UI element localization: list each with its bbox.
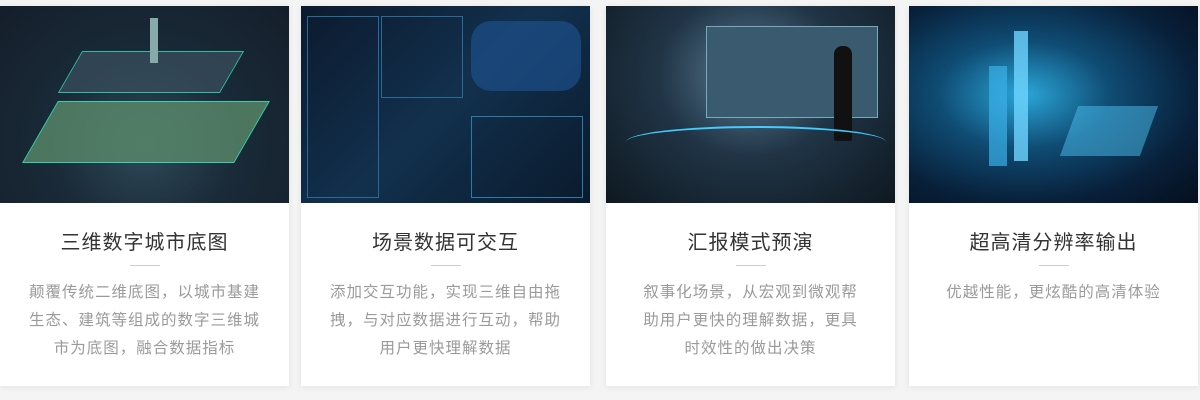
desc-line: 叙事化场景，从宏观到微观帮 <box>643 283 858 301</box>
feature-card-interactive-data: 场景数据可交互 添加交互功能，实现三维自由拖 拽，与对应数据进行互动，帮助 用户… <box>301 6 590 386</box>
card-title: 场景数据可交互 <box>372 230 519 254</box>
desc-line: 生态、建筑等组成的数字三维城 <box>28 311 260 329</box>
card-title: 汇报模式预演 <box>687 230 814 254</box>
desc-line: 优越性能，更炫酷的高清体验 <box>946 283 1161 301</box>
card-description: 叙事化场景，从宏观到微观帮 助用户更快的理解数据，更具 时效性的做出决策 <box>620 278 881 362</box>
divider <box>735 265 766 266</box>
desc-line: 时效性的做出决策 <box>684 339 817 357</box>
divider <box>1038 265 1069 266</box>
dashboard-image <box>301 6 590 203</box>
card-description: 添加交互功能，实现三维自由拖 拽，与对应数据进行互动，帮助 用户更快理解数据 <box>315 278 576 362</box>
hd-city-image <box>909 6 1198 203</box>
card-title: 三维数字城市底图 <box>60 230 229 254</box>
divider <box>430 265 461 266</box>
card-title: 超高清分辨率输出 <box>969 230 1138 254</box>
desc-line: 颠覆传统二维底图，以城市基建 <box>28 283 260 301</box>
card-description: 优越性能，更炫酷的高清体验 <box>923 278 1184 306</box>
desc-line: 添加交互功能，实现三维自由拖 <box>329 283 561 301</box>
desc-line: 用户更快理解数据 <box>379 339 512 357</box>
desc-line: 市为底图，融合数据指标 <box>53 339 236 357</box>
feature-card-presentation-mode: 汇报模式预演 叙事化场景，从宏观到微观帮 助用户更快的理解数据，更具 时效性的做… <box>606 6 895 386</box>
presentation-screen-image <box>606 6 895 203</box>
desc-line: 拽，与对应数据进行互动，帮助 <box>329 311 561 329</box>
feature-card-hd-output: 超高清分辨率输出 优越性能，更炫酷的高清体验 <box>909 6 1198 386</box>
feature-card-3d-city-basemap: 三维数字城市底图 颠覆传统二维底图，以城市基建 生态、建筑等组成的数字三维城 市… <box>0 6 289 386</box>
3d-city-map-image <box>0 6 289 203</box>
card-description: 颠覆传统二维底图，以城市基建 生态、建筑等组成的数字三维城 市为底图，融合数据指… <box>14 278 275 362</box>
desc-line: 助用户更快的理解数据，更具 <box>643 311 858 329</box>
divider <box>129 265 160 266</box>
